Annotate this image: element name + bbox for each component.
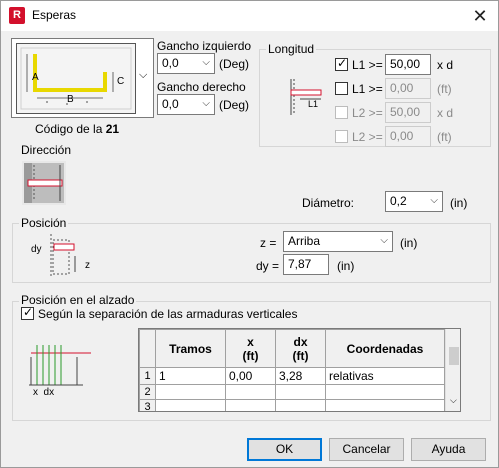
app-icon: R <box>9 7 25 24</box>
help-button[interactable]: Ayuda <box>411 438 486 461</box>
cell-tramos[interactable] <box>155 399 226 411</box>
l2-length-unit: (ft) <box>437 130 452 144</box>
left-hook-select[interactable]: 0,0 ⌵ <box>157 53 215 74</box>
shape-code-label: Código de la 21 <box>35 122 119 136</box>
l2-length-label: L2 >= <box>352 130 383 144</box>
chevron-down-icon: ⌵ <box>202 57 210 68</box>
dy-label: dy = <box>256 259 280 273</box>
shape-label-b: B <box>67 94 74 105</box>
table-row: 3 <box>139 399 445 411</box>
dy-input[interactable]: 7,87 <box>283 254 329 275</box>
cell-coordenadas[interactable] <box>325 384 445 400</box>
l2-factor-unit: x d <box>437 106 454 120</box>
alzado-title: Posición en el alzado <box>19 293 137 307</box>
l1-length-unit: (ft) <box>437 82 452 96</box>
cell-coordenadas[interactable]: relativas <box>325 367 445 385</box>
l1-factor-unit: x d <box>437 58 454 72</box>
length-diagram-icon: L1 <box>288 79 322 115</box>
l2-factor-label: L2 >= <box>352 106 383 120</box>
col-header-coordenadas[interactable]: Coordenadas <box>325 329 445 368</box>
l2-factor-checkbox[interactable] <box>335 106 348 119</box>
l1-length-input[interactable]: 0,00 <box>385 78 431 99</box>
shape-label-c: C <box>117 76 125 87</box>
title-bar: R Esperas ✕ <box>1 1 498 31</box>
direction-icon <box>24 163 64 203</box>
cell-coordenadas[interactable] <box>325 399 445 411</box>
posicion-title: Posición <box>19 216 69 230</box>
scroll-thumb[interactable] <box>449 347 459 365</box>
left-hook-value: 0,0 <box>162 56 179 70</box>
cell-x[interactable] <box>225 399 276 411</box>
diametro-select[interactable]: 0,2 ⌵ <box>385 191 443 212</box>
z-value: Arriba <box>288 234 321 248</box>
l1-factor-label: L1 >= <box>352 58 383 72</box>
close-button[interactable]: ✕ <box>465 3 495 29</box>
l2-length-input[interactable]: 0,00 <box>385 126 431 147</box>
table-row: 1 1 0,00 3,28 relativas <box>139 367 445 385</box>
l1-factor-checkbox[interactable] <box>335 56 348 71</box>
tramos-table-frame: Tramos x (ft) dx (ft) Coordenadas 1 1 0,00… <box>138 328 461 412</box>
col-header-dx[interactable]: dx (ft) <box>275 329 326 368</box>
cell-tramos[interactable] <box>155 384 226 400</box>
alzado-checkbox-label: Según la separación de las armaduras ver… <box>38 307 298 321</box>
cell-dx[interactable] <box>275 384 326 400</box>
cell-tramos[interactable]: 1 <box>155 367 226 385</box>
z-unit: (in) <box>400 236 418 250</box>
row-number[interactable]: 3 <box>139 399 156 411</box>
chevron-down-icon[interactable]: ⌵ <box>139 69 147 82</box>
chevron-down-icon: ⌵ <box>430 195 438 206</box>
hook-shape-preview[interactable]: A B C ⌵ <box>11 38 154 118</box>
shape-code-prefix: Código de la <box>35 122 103 136</box>
l1-length-label: L1 >= <box>352 82 383 96</box>
l2-factor-input[interactable]: 50,00 <box>385 102 431 123</box>
left-hook-unit: (Deg) <box>219 57 250 71</box>
right-hook-value: 0,0 <box>162 97 179 111</box>
direction-diagram-button[interactable] <box>22 161 66 205</box>
cell-x[interactable] <box>225 384 276 400</box>
shape-code-number: 21 <box>105 122 120 136</box>
diametro-unit: (in) <box>450 196 468 210</box>
position-diagram-z: z <box>85 260 90 271</box>
elevation-diagram-label: x dx <box>33 387 55 398</box>
row-number[interactable]: 2 <box>139 384 156 400</box>
l1-factor-input[interactable]: 50,00 <box>385 54 431 75</box>
cancel-button[interactable]: Cancelar <box>329 438 404 461</box>
shape-label-a: A <box>32 72 39 83</box>
right-hook-unit: (Deg) <box>219 98 250 112</box>
alzado-checkbox[interactable] <box>21 305 34 320</box>
length-diagram-label: L1 <box>308 99 319 109</box>
table-header-row: Tramos x (ft) dx (ft) Coordenadas <box>139 329 445 368</box>
window-title: Esperas <box>32 8 77 22</box>
col-header-x[interactable]: x (ft) <box>225 329 276 368</box>
chevron-down-icon: ⌵ <box>202 98 210 109</box>
right-hook-label: Gancho derecho <box>157 80 246 94</box>
dialog-window: R Esperas ✕ A B C ⌵ Código de la 21 Ganc… <box>0 0 499 468</box>
table-scrollbar[interactable]: ⌵ <box>445 329 460 411</box>
l1-length-checkbox[interactable] <box>335 82 348 95</box>
elevation-diagram-icon: x dx <box>27 343 95 399</box>
col-header-tramos[interactable]: Tramos <box>155 329 226 368</box>
longitud-title: Longitud <box>266 42 317 56</box>
row-number[interactable]: 1 <box>139 367 156 385</box>
table-row: 2 <box>139 384 445 400</box>
z-select[interactable]: Arriba ⌵ <box>283 231 393 252</box>
dy-unit: (in) <box>337 259 355 273</box>
chevron-down-icon[interactable]: ⌵ <box>450 395 457 406</box>
cell-dx[interactable]: 3,28 <box>275 367 326 385</box>
z-label: z = <box>260 236 277 250</box>
chevron-down-icon: ⌵ <box>380 235 388 246</box>
position-diagram-dy: dy <box>31 244 42 255</box>
diametro-label: Diámetro: <box>302 196 355 210</box>
tramos-table: Tramos x (ft) dx (ft) Coordenadas 1 1 0,00… <box>139 329 445 411</box>
left-hook-label: Gancho izquierdo <box>157 39 252 53</box>
right-hook-select[interactable]: 0,0 ⌵ <box>157 94 215 115</box>
cell-dx[interactable] <box>275 399 326 411</box>
l2-length-checkbox[interactable] <box>335 130 348 143</box>
cell-x[interactable]: 0,00 <box>225 367 276 385</box>
ok-button[interactable]: OK <box>247 438 322 461</box>
corner-cell <box>139 329 156 368</box>
diametro-value: 0,2 <box>390 194 407 208</box>
direccion-title: Dirección <box>21 143 72 157</box>
position-diagram-icon: dy z <box>31 234 95 276</box>
